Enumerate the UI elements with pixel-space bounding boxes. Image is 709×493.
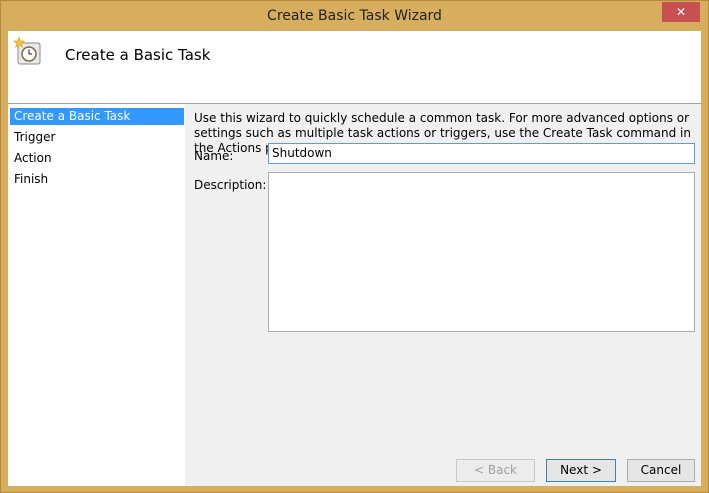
page-title: Create a Basic Task [65,46,211,64]
name-input[interactable]: Shutdown [268,143,695,164]
next-button[interactable]: Next > [546,459,616,482]
cancel-button[interactable]: Cancel [627,459,695,482]
step-action[interactable]: Action [10,150,184,167]
back-button[interactable]: < Back [456,459,535,482]
name-label: Name: [194,149,234,163]
description-textarea[interactable] [268,172,695,332]
close-button[interactable]: ✕ [662,2,700,22]
step-trigger[interactable]: Trigger [10,129,184,146]
wizard-client-area: Create a Basic Task Create a Basic Task … [8,31,701,486]
description-label: Description: [194,178,267,192]
wizard-steps-sidebar: Create a Basic Task Trigger Action Finis… [8,104,185,486]
wizard-window: Create Basic Task Wizard ✕ Create a Basi… [0,0,709,493]
title-bar[interactable]: Create Basic Task Wizard ✕ [1,1,708,31]
window-title: Create Basic Task Wizard [267,8,442,24]
scheduled-task-clock-icon [13,37,41,65]
step-create-basic-task[interactable]: Create a Basic Task [10,108,184,125]
step-finish[interactable]: Finish [10,171,184,188]
wizard-header: Create a Basic Task [8,31,701,104]
